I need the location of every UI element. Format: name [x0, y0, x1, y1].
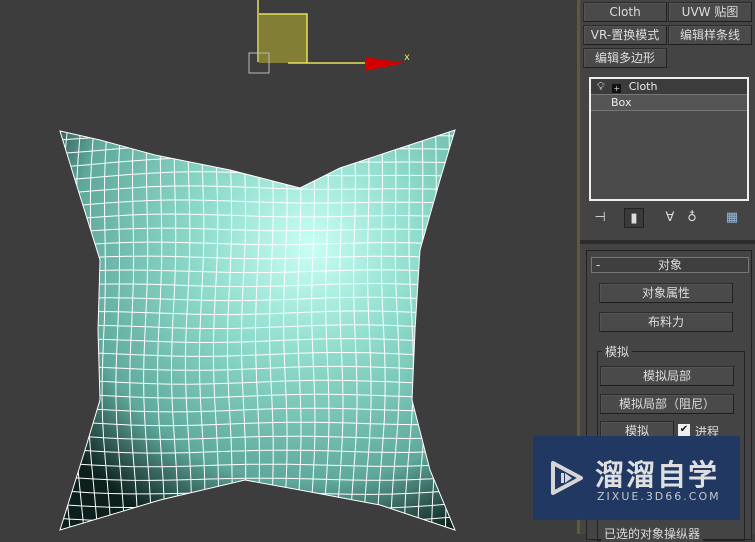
rollout-title: 对象: [657, 258, 682, 272]
wire-line: [47, 120, 57, 534]
simulate-local-button[interactable]: 模拟局部: [600, 366, 734, 386]
stack-item-label: Cloth: [628, 80, 658, 93]
collapse-icon: -: [596, 258, 601, 272]
modifier-button-edit-spline[interactable]: 编辑样条线: [668, 25, 752, 45]
group-label: 模拟: [602, 343, 633, 360]
watermark-logo: 溜溜自学 ZIXUE.3D66.COM: [533, 436, 740, 520]
pin-stack-icon[interactable]: ⊣: [590, 208, 610, 228]
modifier-stack[interactable]: 💡︎ + Cloth Box: [589, 77, 749, 201]
expand-icon[interactable]: +: [612, 84, 622, 93]
perspective-viewport[interactable]: x: [0, 0, 577, 534]
watermark-title: 溜溜自学: [595, 458, 720, 492]
watermark-url: ZIXUE.3D66.COM: [597, 490, 721, 503]
lightbulb-icon[interactable]: 💡︎: [597, 80, 605, 93]
wire-line: [60, 528, 455, 530]
axis-label-x: x: [404, 52, 410, 63]
play-logo-icon: [551, 461, 583, 495]
configure-modifier-sets-icon[interactable]: ▦: [722, 208, 742, 228]
viewport-canvas: x: [47, 0, 470, 534]
rollout-header[interactable]: - 对象: [591, 257, 749, 273]
remove-modifier-icon[interactable]: ♁: [684, 208, 700, 228]
stack-item-cloth[interactable]: 💡︎ + Cloth: [591, 79, 747, 95]
stack-item-box[interactable]: Box: [591, 95, 747, 111]
wire-line: [444, 130, 455, 530]
simulate-local-damped-button[interactable]: 模拟局部（阻尼）: [600, 394, 734, 414]
gizmo-plane-handle: [259, 14, 307, 63]
modifier-button-cloth[interactable]: Cloth: [583, 2, 667, 22]
modifier-button-edit-poly[interactable]: 编辑多边形: [583, 48, 667, 68]
wire-line: [60, 130, 455, 141]
panel-divider: [580, 240, 755, 244]
pillow-mesh: [47, 115, 470, 534]
wire-line: [50, 115, 470, 126]
make-unique-icon[interactable]: ∀: [662, 208, 678, 228]
modifier-button-uvw[interactable]: UVW 贴图: [668, 2, 752, 22]
wire-line: [459, 120, 470, 534]
cloth-forces-button[interactable]: 布料力: [599, 312, 733, 332]
wire-line: [60, 515, 455, 524]
show-end-result-icon[interactable]: ▮: [624, 208, 644, 228]
modifier-button-vr-displace[interactable]: VR-置换模式: [583, 25, 667, 45]
object-properties-button[interactable]: 对象属性: [599, 283, 733, 303]
gizmo-x-arrow: [365, 57, 405, 71]
wire-line: [60, 130, 72, 530]
progress-checkbox[interactable]: ✔: [678, 424, 690, 436]
